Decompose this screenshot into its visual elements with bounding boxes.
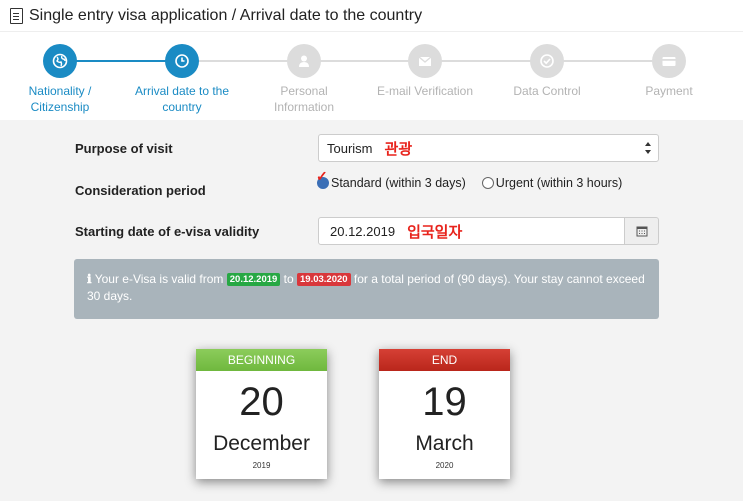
purpose-value: Tourism — [327, 140, 373, 156]
step-label-data-control: Data Control — [513, 84, 581, 98]
consideration-radio-group: ✓ Standard (within 3 days) Urgent (withi… — [316, 168, 623, 190]
start-date-input[interactable]: 20.12.2019 입국일자 — [318, 217, 625, 245]
step-label-payment: Payment — [645, 84, 693, 98]
beginning-date-card: BEGINNING 20 December 2019 — [196, 349, 327, 479]
globe-icon — [43, 44, 77, 78]
beginning-year: 2019 — [252, 461, 271, 470]
user-icon — [287, 44, 321, 78]
beginning-month: December — [213, 432, 310, 455]
step-label-nationality: Nationality / Citizenship — [28, 84, 92, 114]
step-payment[interactable]: Payment — [614, 44, 724, 99]
credit-card-icon — [652, 44, 686, 78]
select-arrows-icon — [645, 142, 651, 154]
end-card-header: END — [379, 349, 510, 371]
end-day: 19 — [422, 380, 467, 424]
radio-urgent-label: Urgent (within 3 hours) — [495, 176, 623, 190]
end-date-card: END 19 March 2020 — [379, 349, 510, 479]
end-year: 2020 — [435, 461, 454, 470]
valid-from-badge: 20.12.2019 — [226, 273, 281, 286]
clock-icon — [165, 44, 199, 78]
step-personal-information[interactable]: Personal Information — [249, 44, 359, 115]
red-check-annotation-icon: ✓ — [316, 168, 328, 184]
consideration-label: Consideration period — [75, 183, 206, 198]
purpose-label: Purpose of visit — [75, 141, 173, 156]
radio-urgent-button[interactable] — [481, 177, 494, 189]
step-label-arrival: Arrival date to the country — [134, 84, 230, 114]
step-label-personal: Personal Information — [273, 84, 335, 114]
step-email-verification[interactable]: E-mail Verification — [370, 44, 480, 99]
radio-standard-label: Standard (within 3 days) — [331, 176, 466, 190]
validity-info-box: ℹ Your e-Visa is valid from 20.12.2019 t… — [74, 259, 659, 319]
info-prefix: Your e-Visa is valid from — [94, 272, 224, 286]
step-arrival-date[interactable]: Arrival date to the country — [127, 44, 237, 115]
radio-urgent[interactable]: Urgent (within 3 hours) — [481, 176, 623, 190]
step-nationality[interactable]: Nationality / Citizenship — [5, 44, 115, 115]
start-date-value: 20.12.2019 — [330, 223, 396, 239]
check-circle-icon — [530, 44, 564, 78]
visa-application-page: Single entry visa application / Arrival … — [0, 0, 743, 501]
purpose-select[interactable]: Tourism 관광 — [318, 134, 659, 162]
info-to: to — [283, 272, 294, 286]
start-date-label: Starting date of e-visa validity — [75, 224, 260, 239]
beginning-card-header: BEGINNING — [196, 349, 327, 371]
valid-to-badge: 19.03.2020 — [297, 273, 351, 286]
step-label-email: E-mail Verification — [376, 84, 474, 98]
calendar-button[interactable] — [624, 217, 659, 245]
start-date-annotation: 입국일자 — [407, 223, 463, 241]
calendar-icon — [636, 226, 647, 237]
step-data-control[interactable]: Data Control — [492, 44, 602, 99]
page-header: Single entry visa application / Arrival … — [0, 0, 743, 32]
end-month: March — [415, 432, 474, 455]
envelope-icon — [408, 44, 442, 78]
beginning-day: 20 — [239, 380, 284, 424]
page-title: Single entry visa application / Arrival … — [29, 6, 423, 24]
purpose-annotation: 관광 — [384, 140, 413, 158]
info-icon: ℹ — [87, 272, 92, 286]
document-icon — [10, 7, 23, 24]
radio-standard[interactable]: ✓ Standard (within 3 days) — [316, 168, 466, 190]
progress-stepper: Nationality / Citizenship Arrival date t… — [0, 32, 743, 120]
